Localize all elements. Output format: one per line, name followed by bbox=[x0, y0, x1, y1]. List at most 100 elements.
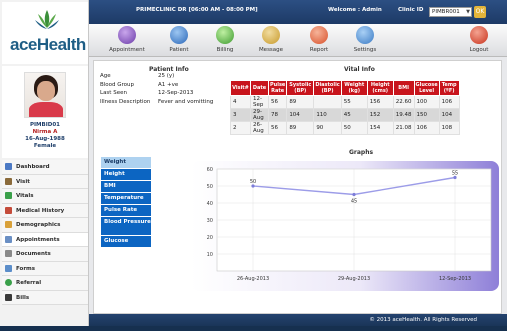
info-key: Last Seen bbox=[100, 90, 127, 96]
table-cell: 56 bbox=[267, 121, 288, 135]
tab-height[interactable]: Height bbox=[101, 169, 151, 180]
sidebar-item-label: Referral bbox=[16, 280, 42, 286]
table-cell: 89 bbox=[286, 121, 315, 135]
settings-button[interactable]: Settings bbox=[347, 26, 383, 56]
sidebar-item-appointments[interactable]: Appointments bbox=[2, 232, 88, 247]
table-cell: 29-Aug bbox=[250, 108, 269, 122]
table-cell: 104 bbox=[286, 108, 315, 122]
sidebar-item-vitals[interactable]: Vitals bbox=[2, 189, 88, 204]
column-header: Glucose Level bbox=[413, 80, 440, 96]
copyright: © 2013 aceHealth. All Rights Reserved bbox=[369, 317, 477, 323]
graph-tabs: Weight Height BMI Temperature Pulse Rate… bbox=[101, 157, 151, 248]
main-content: Patient Info Age 25 (y) Blood Group A1 +ve… bbox=[93, 60, 502, 314]
column-header: Systolic (BP) bbox=[286, 80, 315, 96]
sidebar-item-referral[interactable]: Referral bbox=[2, 276, 88, 291]
info-value: 25 (y) bbox=[158, 73, 175, 79]
logout-icon bbox=[470, 26, 488, 44]
referral-icon bbox=[5, 279, 12, 286]
tab-temperature[interactable]: Temperature bbox=[101, 193, 151, 204]
table-cell: 12-Sep bbox=[250, 95, 269, 109]
info-row: Age 25 (y) bbox=[100, 73, 213, 82]
vitals-header-row: Visit# Date Pulse Rate Systolic (BP) Dia… bbox=[230, 80, 460, 96]
table-cell: 156 bbox=[366, 95, 394, 109]
go-button[interactable]: OK bbox=[474, 6, 486, 18]
sidebar-item-bills[interactable]: Bills bbox=[2, 290, 88, 305]
table-cell: 3 bbox=[230, 108, 251, 122]
table-row[interactable]: 3 29-Aug 78 104 110 45 152 19.48 150 104 bbox=[230, 108, 460, 122]
data-point bbox=[352, 192, 356, 197]
billing-button[interactable]: Billing bbox=[207, 26, 243, 56]
settings-label: Settings bbox=[353, 47, 377, 53]
table-cell: 106 bbox=[438, 95, 460, 109]
clinic-id-select[interactable]: PIMBR001 ▼ bbox=[429, 7, 472, 17]
sidebar-item-label: Visit bbox=[16, 178, 30, 185]
tab-pulse-rate[interactable]: Pulse Rate bbox=[101, 205, 151, 216]
info-row: Blood Group A1 +ve bbox=[100, 82, 213, 91]
logo-mark-icon bbox=[35, 10, 59, 29]
table-cell: 110 bbox=[313, 108, 342, 122]
patient-info-heading: Patient Info bbox=[149, 66, 189, 73]
table-row[interactable]: 4 12-Sep 56 89 55 156 22.60 100 106 bbox=[230, 95, 460, 109]
vitals-table: Visit# Date Pulse Rate Systolic (BP) Dia… bbox=[230, 80, 460, 135]
message-icon bbox=[262, 26, 280, 44]
table-cell: 22.60 bbox=[392, 95, 415, 109]
medical-history-icon bbox=[5, 206, 12, 214]
demographics-icon bbox=[5, 221, 12, 228]
table-cell: 106 bbox=[413, 121, 440, 135]
column-header: BMI bbox=[392, 80, 415, 96]
info-row: Illness Description Fever and vomitting bbox=[100, 99, 213, 108]
data-label: 45 bbox=[351, 199, 357, 205]
tab-weight[interactable]: Weight bbox=[101, 157, 151, 168]
tab-blood-pressure[interactable]: Blood Pressure bbox=[101, 217, 151, 235]
brand-name: aceHealth bbox=[10, 35, 86, 54]
tab-bmi[interactable]: BMI bbox=[101, 181, 151, 192]
tab-glucose[interactable]: Glucose bbox=[101, 236, 151, 247]
app-root: aceHealth PIMBID01 Nirma A 16-Aug-1988 F… bbox=[0, 0, 507, 331]
footer: © 2013 aceHealth. All Rights Reserved bbox=[89, 314, 507, 326]
visit-icon bbox=[5, 177, 12, 185]
clinic-title: PRIMECLINIC DR [06:00 AM - 08:00 PM] bbox=[136, 7, 258, 13]
table-cell: 2 bbox=[230, 121, 251, 135]
sidebar-item-forms[interactable]: Forms bbox=[2, 261, 88, 276]
message-button[interactable]: Message bbox=[253, 26, 289, 56]
report-button[interactable]: Report bbox=[301, 26, 337, 56]
info-key: Illness Description bbox=[100, 98, 151, 105]
logo[interactable]: aceHealth bbox=[2, 2, 88, 64]
sidebar-item-dashboard[interactable]: Dashboard bbox=[2, 160, 88, 175]
billing-icon bbox=[216, 26, 234, 44]
table-cell: 100 bbox=[413, 95, 440, 109]
table-cell: 90 bbox=[313, 121, 342, 135]
info-key: Blood Group bbox=[100, 81, 135, 88]
table-row[interactable]: 2 26-Aug 56 89 90 50 154 21.08 106 108 bbox=[230, 121, 460, 135]
column-header: Temp (ºF) bbox=[438, 80, 460, 96]
top-bar: PRIMECLINIC DR [06:00 AM - 08:00 PM] Wel… bbox=[89, 0, 507, 24]
sidebar-item-label: Medical History bbox=[16, 207, 65, 214]
patient-button[interactable]: Patient bbox=[161, 26, 197, 56]
table-cell: 89 bbox=[286, 95, 315, 109]
report-label: Report bbox=[309, 47, 329, 53]
table-cell bbox=[313, 95, 342, 109]
y-tick-label: 40 bbox=[207, 201, 213, 207]
sidebar-item-demographics[interactable]: Demographics bbox=[2, 218, 88, 233]
appointment-button[interactable]: Appointment bbox=[109, 26, 145, 56]
documents-icon bbox=[5, 250, 12, 257]
sidebar-item-label: Forms bbox=[16, 265, 36, 272]
clinic-id-label: Clinic ID bbox=[398, 7, 424, 13]
sidebar-item-visit[interactable]: Visit bbox=[2, 174, 88, 189]
sidebar-item-medical-history[interactable]: Medical History bbox=[2, 203, 88, 218]
welcome-text: Welcome : Admin bbox=[328, 7, 382, 13]
logout-button[interactable]: Logout bbox=[461, 26, 497, 56]
table-cell: 150 bbox=[413, 108, 440, 122]
y-tick-label: 60 bbox=[207, 167, 213, 173]
table-cell: 50 bbox=[340, 121, 368, 135]
column-header: Height (cms) bbox=[366, 80, 394, 96]
column-header: Weight (kg) bbox=[340, 80, 368, 96]
info-value: Fever and vomitting bbox=[158, 98, 214, 105]
column-header: Pulse Rate bbox=[267, 80, 288, 96]
table-cell: 21.08 bbox=[392, 121, 415, 135]
appointment-icon bbox=[118, 26, 136, 44]
patient-name: Nirma A bbox=[32, 129, 58, 135]
patient-icon bbox=[170, 26, 188, 44]
sidebar-item-documents[interactable]: Documents bbox=[2, 247, 88, 262]
column-header: Diastolic (BP) bbox=[313, 80, 342, 96]
